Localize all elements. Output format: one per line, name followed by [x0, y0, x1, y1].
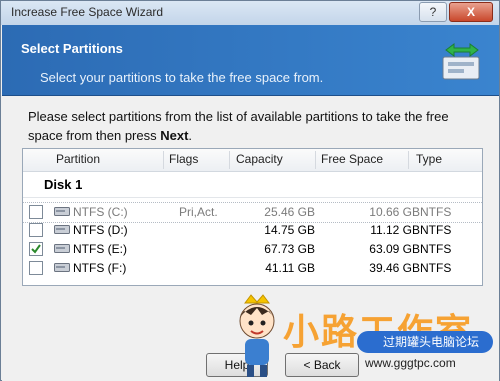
disk-label: Disk 1 [44, 177, 83, 192]
table-row[interactable]: NTFS (F:) 41.11 GB 39.46 GB NTFS [23, 259, 482, 278]
row-type: NTFS [420, 261, 452, 275]
col-separator [408, 151, 409, 169]
row-checkbox-checked[interactable] [29, 242, 43, 256]
drive-icon [54, 207, 70, 216]
col-separator [163, 151, 164, 169]
divider [23, 197, 482, 198]
watermark-url: www.gggtpc.com [365, 356, 456, 370]
list-header: Partition Flags Capacity Free Space Type [23, 149, 482, 172]
col-separator [229, 151, 230, 169]
drive-icon [54, 244, 70, 253]
row-partition: NTFS (C:) [73, 205, 128, 219]
instructions: Please select partitions from the list o… [28, 107, 478, 145]
col-free-space[interactable]: Free Space [321, 152, 383, 166]
row-capacity: 14.75 GB [264, 223, 315, 237]
row-type: NTFS [420, 223, 452, 237]
partition-resize-icon [442, 43, 480, 80]
watermark-badge: 过期罐头电脑论坛 [357, 331, 493, 353]
row-capacity: 67.73 GB [264, 242, 315, 256]
row-flags: Pri,Act. [179, 205, 218, 219]
row-free-space: 63.09 GB [369, 242, 420, 256]
mascot-watermark [239, 294, 275, 377]
row-type: NTFS [420, 205, 452, 219]
row-capacity: 41.11 GB [265, 261, 315, 275]
wizard-header: Select Partitions Select your partitions… [2, 25, 499, 96]
col-flags[interactable]: Flags [169, 152, 198, 166]
row-capacity: 25.46 GB [264, 205, 315, 219]
page-subtitle: Select your partitions to take the free … [40, 70, 324, 85]
back-button[interactable]: < Back [285, 353, 359, 377]
row-partition: NTFS (E:) [73, 242, 127, 256]
drive-icon [54, 263, 70, 272]
instructions-end: . [188, 128, 193, 143]
close-button[interactable]: X [449, 2, 493, 22]
page-title: Select Partitions [21, 41, 123, 56]
title-help-button[interactable]: ? [419, 2, 447, 22]
row-partition: NTFS (D:) [73, 223, 128, 237]
col-capacity[interactable]: Capacity [236, 152, 283, 166]
title-bar: Increase Free Space Wizard ? X [1, 1, 499, 25]
table-row[interactable]: NTFS (D:) 14.75 GB 11.12 GB NTFS [23, 221, 482, 240]
table-row[interactable]: NTFS (E:) 67.73 GB 63.09 GB NTFS [23, 240, 482, 259]
instructions-text: Please select partitions from the list o… [28, 109, 449, 143]
row-type: NTFS [420, 242, 452, 256]
col-type[interactable]: Type [416, 152, 442, 166]
checkmark-icon [31, 244, 41, 254]
partition-list[interactable]: Partition Flags Capacity Free Space Type… [22, 148, 483, 286]
row-partition: NTFS (F:) [73, 261, 127, 275]
table-row[interactable]: NTFS (C:) Pri,Act. 25.46 GB 10.66 GB NTF… [23, 202, 482, 223]
row-checkbox[interactable] [29, 205, 43, 219]
drive-icon [54, 225, 70, 234]
wizard-window: Increase Free Space Wizard ? X Select Pa… [0, 0, 500, 381]
row-checkbox[interactable] [29, 261, 43, 275]
col-partition[interactable]: Partition [56, 152, 100, 166]
row-checkbox[interactable] [29, 223, 43, 237]
window-title: Increase Free Space Wizard [11, 5, 164, 19]
row-free-space: 11.12 GB [370, 223, 420, 237]
row-free-space: 39.46 GB [369, 261, 420, 275]
instructions-next: Next [160, 128, 189, 143]
row-free-space: 10.66 GB [369, 205, 420, 219]
col-separator [315, 151, 316, 169]
watermark-badge-text: 过期罐头电脑论坛 [383, 335, 480, 349]
